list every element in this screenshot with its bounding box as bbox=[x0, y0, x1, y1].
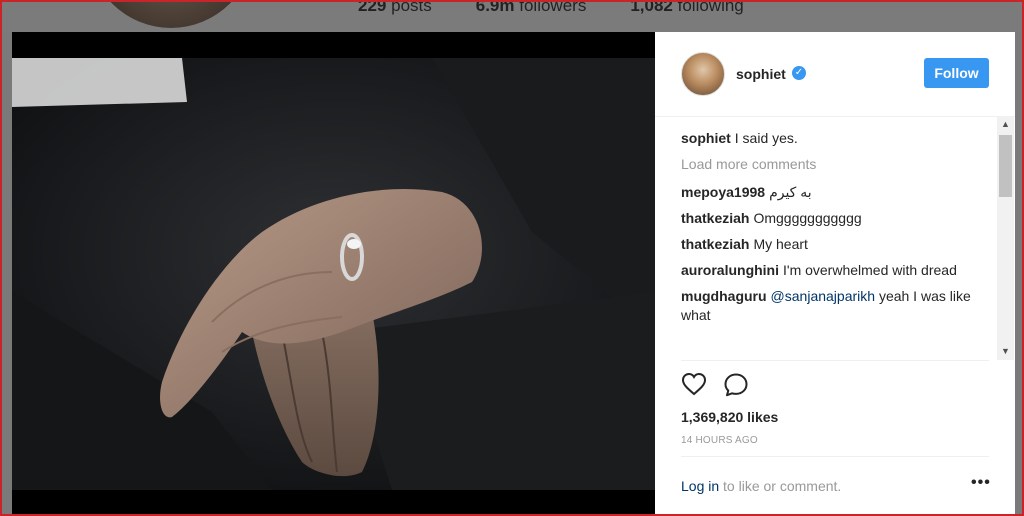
post-timestamp: 14 HOURS AGO bbox=[681, 435, 758, 446]
posts-stat: 229 posts bbox=[358, 2, 432, 15]
login-prompt: Log in to like or comment. bbox=[681, 478, 841, 494]
scroll-up-arrow-icon[interactable]: ▲ bbox=[997, 116, 1014, 133]
post-sidebar: sophiet ✓ Follow sophiet I said yes. Load… bbox=[655, 32, 1015, 516]
comment-text: به کیرم bbox=[769, 184, 812, 200]
divider bbox=[681, 456, 989, 457]
divider bbox=[681, 360, 989, 361]
follow-button[interactable]: Follow bbox=[924, 58, 989, 88]
post-actions bbox=[681, 372, 749, 398]
more-options-icon[interactable]: ••• bbox=[971, 474, 991, 492]
comment-item: thatkeziah My heart bbox=[681, 235, 995, 254]
verified-badge-icon: ✓ bbox=[792, 66, 806, 80]
comment-username[interactable]: thatkeziah bbox=[681, 236, 749, 252]
comments-list: sophiet I said yes. Load more comments me… bbox=[681, 129, 995, 357]
photo-image bbox=[12, 32, 655, 516]
post-header: sophiet ✓ Follow bbox=[655, 32, 1015, 117]
post-username[interactable]: sophiet bbox=[736, 66, 786, 82]
comment-text: My heart bbox=[753, 236, 808, 252]
comment-item: mugdhaguru @sanjanajparikh yeah I was lik… bbox=[681, 287, 995, 325]
comments-scrollbar[interactable]: ▲ ▼ bbox=[997, 116, 1014, 360]
caption-text: I said yes. bbox=[734, 130, 798, 146]
heart-icon[interactable] bbox=[681, 372, 707, 398]
comment-bubble-icon[interactable] bbox=[723, 372, 749, 398]
comment-item: auroralunghini I'm overwhelmed with dread bbox=[681, 261, 995, 280]
comment-username[interactable]: auroralunghini bbox=[681, 262, 779, 278]
comment-username[interactable]: mepoya1998 bbox=[681, 184, 765, 200]
scroll-thumb[interactable] bbox=[999, 135, 1012, 197]
comment-item: thatkeziah Omggggggggggg bbox=[681, 209, 995, 228]
comment-mention[interactable]: @sanjanajparikh bbox=[771, 288, 876, 304]
followers-stat: 6.9m followers bbox=[475, 2, 587, 15]
comment-username[interactable]: thatkeziah bbox=[681, 210, 749, 226]
profile-stats: 229 posts 6.9m followers 1,082 following bbox=[358, 2, 744, 16]
scroll-down-arrow-icon[interactable]: ▼ bbox=[997, 343, 1014, 360]
profile-header-background: 229 posts 6.9m followers 1,082 following bbox=[2, 2, 1022, 32]
comment-item: mepoya1998 به کیرم bbox=[681, 183, 995, 202]
login-prompt-text: to like or comment. bbox=[723, 478, 842, 494]
caption: sophiet I said yes. bbox=[681, 129, 995, 148]
comment-username[interactable]: mugdhaguru bbox=[681, 288, 767, 304]
following-stat: 1,082 following bbox=[630, 2, 744, 15]
comment-text: Omggggggggggg bbox=[753, 210, 862, 226]
profile-avatar bbox=[88, 2, 254, 28]
login-link[interactable]: Log in bbox=[681, 478, 719, 494]
comment-text: I'm overwhelmed with dread bbox=[783, 262, 957, 278]
caption-username[interactable]: sophiet bbox=[681, 130, 731, 146]
user-avatar[interactable] bbox=[681, 52, 725, 96]
likes-count[interactable]: 1,369,820 likes bbox=[681, 409, 778, 425]
load-more-comments-link[interactable]: Load more comments bbox=[681, 155, 995, 174]
post-photo[interactable] bbox=[12, 32, 655, 516]
